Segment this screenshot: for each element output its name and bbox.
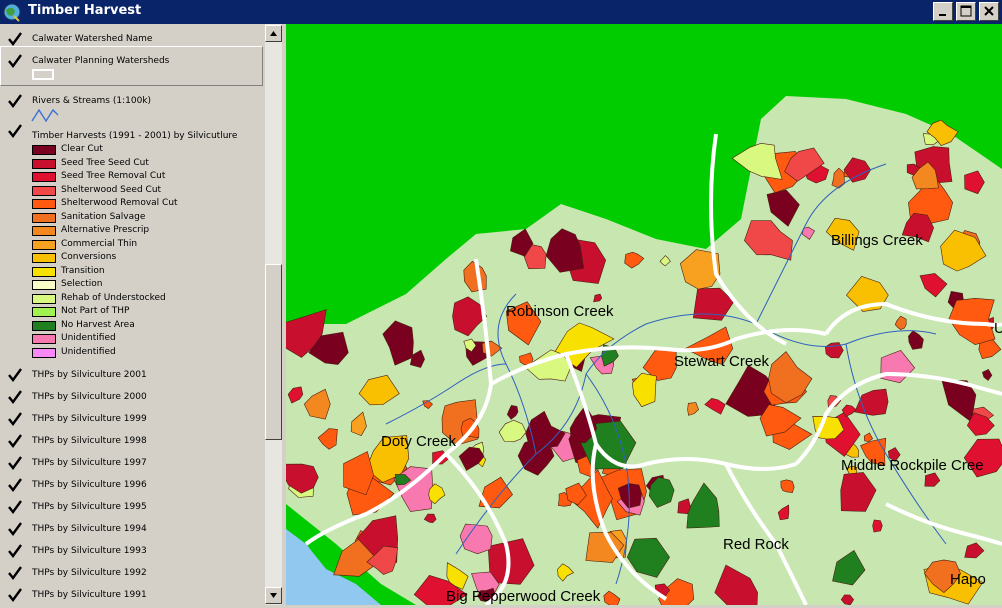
- class-swatch: [32, 212, 56, 223]
- layer-visibility-checkbox[interactable]: [7, 477, 23, 493]
- layer-label: THPs by Silviculture 1991: [32, 590, 147, 600]
- class-swatch: [32, 266, 56, 277]
- class-swatch: [32, 226, 56, 236]
- layer-visibility-checkbox[interactable]: [7, 123, 23, 139]
- watershed-label: Stewart Creek: [674, 353, 770, 370]
- class-label: Conversions: [61, 252, 117, 262]
- class-label: Clear Cut: [61, 144, 103, 154]
- layer-label: THPs by Silviculture 1994: [32, 524, 147, 534]
- class-swatch: [32, 347, 56, 358]
- class-swatch: [32, 199, 56, 209]
- arrow-down-icon: [270, 593, 277, 598]
- class-label: Rehab of Understocked: [61, 292, 166, 303]
- layer-label: THPs by Silviculture 2001: [32, 370, 147, 380]
- watershed-label: Red Rock: [723, 536, 789, 553]
- watershed-boundary-swatch: [32, 69, 54, 80]
- layer-visibility-checkbox[interactable]: [7, 499, 23, 515]
- maximize-icon: [960, 5, 972, 17]
- scroll-thumb[interactable]: [265, 264, 282, 440]
- class-swatch: [32, 158, 56, 169]
- layer-label: Timber Harvests (1991 - 2001) by Silvicu…: [32, 131, 238, 141]
- layer-label: THPs by Silviculture 1996: [32, 480, 147, 490]
- layer-visibility-checkbox[interactable]: [7, 455, 23, 471]
- class-swatch: [32, 334, 56, 344]
- class-label: Sanitation Salvage: [61, 211, 146, 222]
- watershed-label: Doty Creek: [381, 433, 457, 450]
- river-line-swatch: [31, 108, 59, 123]
- layer-visibility-checkbox[interactable]: [7, 433, 23, 449]
- layer-visibility-checkbox[interactable]: [7, 565, 23, 581]
- window-title: Timber Harvest: [28, 3, 142, 18]
- class-label: Commercial Thin: [61, 238, 138, 249]
- title-bar: Timber Harvest: [0, 0, 1002, 24]
- layer-label: THPs by Silviculture 1998: [32, 436, 147, 446]
- class-label: Unidentified: [61, 346, 116, 357]
- class-label: Shelterwood Seed Cut: [61, 184, 162, 195]
- layer-visibility-checkbox[interactable]: [7, 93, 23, 109]
- scroll-up-button[interactable]: [265, 25, 282, 42]
- class-label: Alternative Prescrip: [61, 225, 150, 235]
- class-swatch: [32, 320, 56, 331]
- class-label: Transition: [61, 265, 105, 276]
- layer-label: THPs by Silviculture 1999: [32, 414, 147, 424]
- layer-label: THPs by Silviculture 1993: [32, 546, 147, 556]
- layer-visibility-checkbox[interactable]: [7, 587, 23, 603]
- layer-label: Rivers & Streams (1:100k): [32, 96, 152, 106]
- legend-scrollbar[interactable]: [265, 24, 282, 605]
- class-label: No Harvest Area: [61, 319, 135, 330]
- class-swatch: [32, 280, 56, 290]
- layer-label: THPs by Silviculture 2000: [32, 392, 147, 402]
- layer-visibility-checkbox[interactable]: [7, 411, 23, 427]
- class-label: Selection: [61, 279, 103, 289]
- harvest-parcel: [780, 479, 795, 494]
- close-icon: [984, 6, 994, 16]
- watershed-label: Big Pepperwood Creek: [446, 588, 601, 605]
- watershed-label: Middle Rockpile Cree: [841, 457, 984, 474]
- layer-visibility-checkbox[interactable]: [7, 521, 23, 537]
- watershed-label: U: [994, 320, 1002, 337]
- class-swatch: [32, 239, 56, 250]
- class-swatch: [32, 172, 56, 182]
- class-swatch: [32, 253, 56, 263]
- layer-visibility-checkbox[interactable]: [7, 543, 23, 559]
- layer-label: Calwater Planning Watersheds: [32, 56, 170, 66]
- harvest-parcel: [872, 519, 883, 533]
- class-swatch: [32, 293, 56, 304]
- scroll-down-button[interactable]: [265, 587, 282, 604]
- maximize-button[interactable]: [956, 2, 976, 21]
- layer-visibility-checkbox[interactable]: [7, 53, 23, 69]
- watershed-label: Hapo: [950, 571, 986, 588]
- layer-label: THPs by Silviculture 1997: [32, 458, 147, 468]
- class-label: Not Part of THP: [61, 306, 130, 316]
- minimize-button[interactable]: [933, 2, 953, 21]
- layer-label: THPs by Silviculture 1995: [32, 502, 147, 512]
- legend-panel: Calwater Watershed Name Calwater Planning…: [0, 24, 287, 605]
- close-button[interactable]: [979, 2, 999, 21]
- class-label: Seed Tree Seed Cut: [61, 157, 149, 168]
- layer-visibility-checkbox[interactable]: [7, 389, 23, 405]
- class-swatch: [32, 145, 56, 155]
- layer-visibility-checkbox[interactable]: [7, 367, 23, 383]
- watershed-label: Robinson Creek: [506, 303, 614, 320]
- globe-icon: [3, 3, 21, 22]
- map-view[interactable]: Billings Creek Robinson Creek Stewart Cree…: [286, 24, 1002, 605]
- class-label: Seed Tree Removal Cut: [61, 171, 166, 181]
- class-swatch: [32, 307, 56, 317]
- watershed-label: Billings Creek: [831, 232, 923, 249]
- class-label: Shelterwood Removal Cut: [61, 198, 178, 208]
- calwater-planning-box: [0, 46, 263, 86]
- minimize-icon: [939, 14, 946, 16]
- layer-label: THPs by Silviculture 1992: [32, 568, 147, 578]
- class-swatch: [32, 185, 56, 196]
- layer-thp-1991[interactable]: THPs by Silviculture 1991: [0, 24, 265, 602]
- class-label: Unidentified: [61, 333, 116, 343]
- arrow-up-icon: [270, 31, 277, 36]
